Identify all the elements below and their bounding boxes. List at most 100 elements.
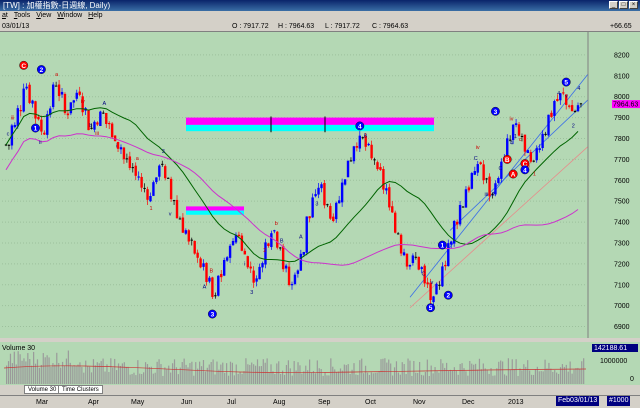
- candle-body: [320, 184, 323, 189]
- volume-bar: [249, 364, 251, 384]
- candle-body: [155, 177, 158, 183]
- volume-bar: [320, 369, 322, 384]
- candle-body: [172, 200, 176, 202]
- volume-bar: [496, 368, 498, 384]
- candle-body: [523, 134, 527, 152]
- candle-body: [417, 256, 420, 270]
- volume-bar: [424, 371, 427, 384]
- volume-bar: [428, 375, 430, 384]
- candle-body: [355, 146, 359, 148]
- volume-bar: [129, 374, 131, 384]
- volume-bar: [314, 373, 316, 384]
- volume-bar: [527, 360, 529, 384]
- volume-bar: [87, 366, 89, 384]
- volume-bar: [266, 358, 268, 384]
- volume-bar: [390, 363, 392, 384]
- candle-body: [40, 119, 43, 132]
- volume-bar: [579, 368, 581, 384]
- volume-bar: [67, 350, 69, 384]
- volume-bar: [368, 374, 371, 384]
- wave-marker-label: 1: [441, 243, 445, 250]
- candle-body: [367, 143, 370, 146]
- candle-body: [240, 235, 244, 251]
- candle-body: [396, 233, 400, 235]
- volume-bar: [488, 373, 490, 384]
- close-button[interactable]: ×: [629, 1, 638, 9]
- candle-body: [202, 263, 205, 267]
- tab-volume[interactable]: Volume 30: [24, 385, 61, 394]
- candle-body: [158, 165, 161, 177]
- candle-body: [281, 246, 285, 270]
- wave-sub-label: C: [422, 272, 426, 278]
- menu-item-window[interactable]: Window: [57, 11, 82, 21]
- candle-body: [358, 135, 362, 149]
- candle-body: [385, 188, 388, 191]
- candle-body: [405, 253, 409, 267]
- volume-bar: [492, 375, 494, 384]
- candle-body: [450, 241, 453, 245]
- candle-body: [326, 204, 329, 206]
- candle-body: [143, 187, 146, 189]
- candle-body: [31, 100, 34, 104]
- volume-bar: [160, 364, 162, 384]
- volume-bar: [9, 353, 12, 384]
- volume-bar: [517, 375, 519, 384]
- candle-body: [193, 240, 196, 254]
- volume-bar: [324, 372, 326, 384]
- volume-bar: [38, 367, 41, 384]
- volume-bar: [162, 375, 164, 384]
- candle-body: [296, 270, 300, 274]
- candle-body: [249, 266, 252, 269]
- candle-body: [553, 101, 556, 116]
- volume-bar: [276, 363, 278, 384]
- wave-sub-label: A: [103, 101, 107, 107]
- volume-bar: [11, 363, 13, 384]
- volume-bar: [231, 362, 234, 384]
- volume-bar: [104, 371, 106, 384]
- candle-body: [352, 146, 356, 162]
- candle-body: [550, 112, 553, 117]
- minimize-button[interactable]: _: [609, 1, 618, 9]
- price-chart[interactable]: C21345123BAC45iiiivv3421ABCabciiiiii ivv3…: [0, 32, 640, 385]
- tab-time-clusters[interactable]: Time Clusters: [58, 385, 103, 394]
- volume-bar: [422, 375, 425, 384]
- volume-bar: [137, 360, 139, 384]
- volume-bar: [150, 366, 152, 384]
- volume-bar: [361, 358, 363, 384]
- wave-sub-label: A: [299, 235, 303, 241]
- candle-body: [119, 147, 123, 150]
- menu-item-view[interactable]: View: [36, 11, 51, 21]
- candle-body: [506, 138, 509, 158]
- x-tick-jul: Jul: [227, 399, 236, 406]
- volume-bar: [17, 351, 19, 384]
- volume-bar: [341, 370, 344, 384]
- volume-bar: [548, 362, 550, 384]
- menu-item-at[interactable]: at: [2, 11, 8, 21]
- panel-divider[interactable]: [0, 338, 640, 342]
- volume-bar: [419, 361, 421, 384]
- volume-bar: [440, 359, 442, 384]
- volume-bar: [442, 363, 444, 384]
- volume-bar: [332, 366, 334, 384]
- volume-tick-1000000: 1000000: [600, 358, 627, 365]
- volume-bar: [411, 375, 413, 384]
- candle-body: [60, 91, 64, 95]
- candle-body: [99, 111, 102, 127]
- menu-item-tools[interactable]: Tools: [14, 11, 30, 21]
- candle-body: [538, 148, 541, 151]
- volume-bar: [484, 368, 486, 384]
- candle-body: [337, 200, 341, 204]
- candle-body: [317, 187, 320, 195]
- volume-bar: [393, 367, 396, 384]
- menu-item-help[interactable]: Help: [88, 11, 102, 21]
- candle-body: [323, 183, 326, 206]
- candle-body: [567, 105, 571, 107]
- volume-bar: [264, 362, 266, 384]
- candle-body: [273, 230, 276, 232]
- candle-body: [402, 252, 406, 256]
- maximize-button[interactable]: □: [619, 1, 628, 9]
- volume-bar: [336, 372, 338, 384]
- y-tick-label: 7800: [614, 136, 630, 143]
- volume-bar: [239, 372, 241, 384]
- volume-bar: [102, 358, 104, 384]
